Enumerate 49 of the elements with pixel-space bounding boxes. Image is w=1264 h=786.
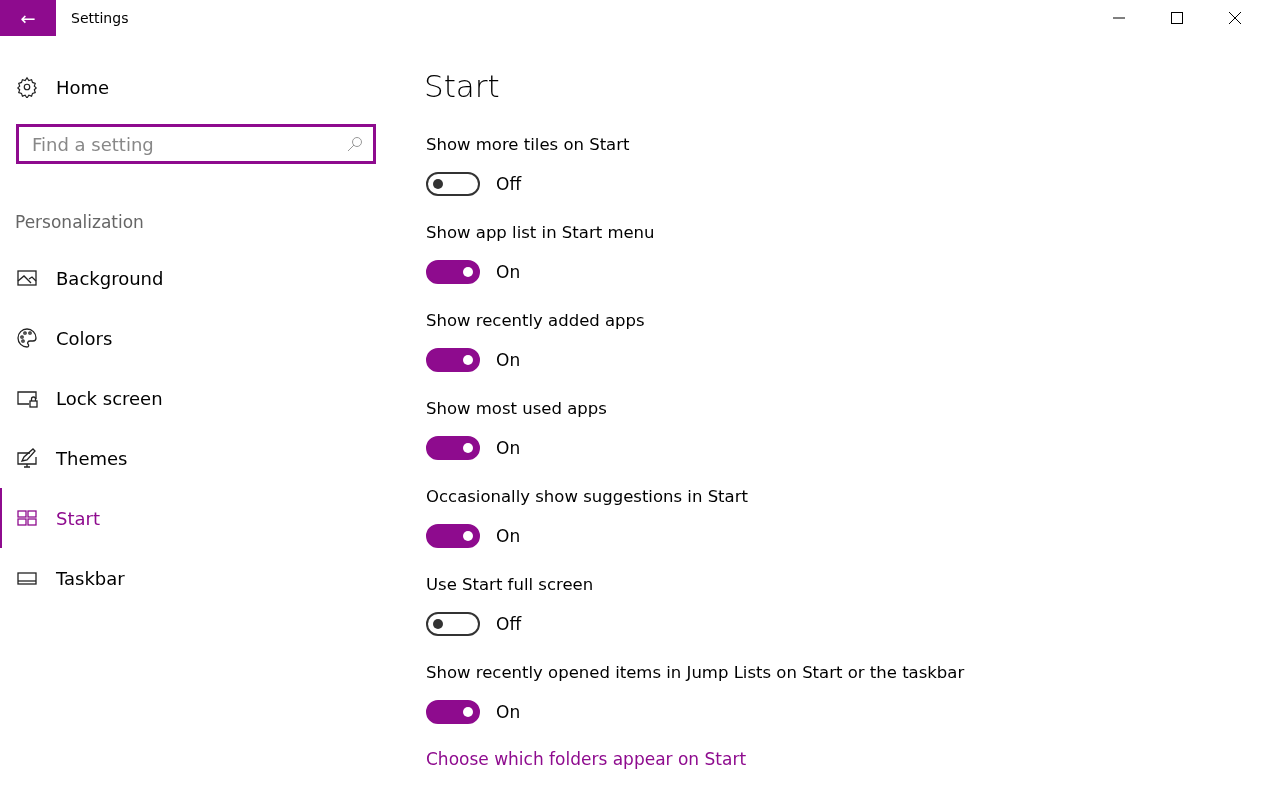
sidebar-item[interactable]: Themes <box>0 428 400 488</box>
themes-icon <box>16 447 38 469</box>
section-heading: Personalization <box>15 212 145 232</box>
sidebar-item-label: Start <box>56 507 100 529</box>
sidebar-item-label: Themes <box>56 447 128 469</box>
close-icon <box>1229 12 1241 24</box>
search-icon <box>347 136 363 152</box>
home-nav-item[interactable]: Home <box>16 72 400 102</box>
setting-label: Show app list in Start menu <box>426 223 656 244</box>
toggle-switch[interactable] <box>426 172 480 196</box>
toggle-switch[interactable] <box>426 612 480 636</box>
setting-label: Show most used apps <box>426 399 608 420</box>
toggle-switch[interactable] <box>426 436 480 460</box>
sidebar-item-label: Taskbar <box>56 567 125 589</box>
toggle-state: On <box>496 438 521 458</box>
sidebar-item[interactable]: Taskbar <box>0 548 400 608</box>
sidebar-item-label: Background <box>56 267 164 289</box>
toggle-switch[interactable] <box>426 524 480 548</box>
setting-label: Occasionally show suggestions in Start <box>426 487 749 508</box>
toggle-state: On <box>496 702 521 722</box>
start-icon <box>16 507 38 529</box>
toggle-switch[interactable] <box>426 260 480 284</box>
sidebar-item-label: Colors <box>56 327 113 349</box>
toggle-switch[interactable] <box>426 700 480 724</box>
page-title: Start <box>424 68 501 106</box>
palette-icon <box>16 327 38 349</box>
setting-label: Show recently opened items in Jump Lists on Start or the taskbar <box>426 663 965 684</box>
sidebar-item[interactable]: Start <box>0 488 400 548</box>
sidebar-item[interactable]: Background <box>0 248 400 308</box>
toggle-state: Off <box>496 614 522 634</box>
window-title: Settings <box>71 10 130 26</box>
setting-label: Show recently added apps <box>426 311 646 332</box>
toggle-state: Off <box>496 174 522 194</box>
folders-link[interactable]: Choose which folders appear on Start <box>426 749 965 769</box>
setting-label: Use Start full screen <box>426 575 595 596</box>
maximize-icon <box>1171 12 1183 24</box>
toggle-state: On <box>496 350 521 370</box>
home-label: Home <box>56 76 110 98</box>
settings-icon <box>16 76 38 98</box>
toggle-state: On <box>496 262 521 282</box>
toggle-state: On <box>496 526 521 546</box>
toggle-switch[interactable] <box>426 348 480 372</box>
sidebar-item-label: Lock screen <box>56 387 163 409</box>
setting-label: Show more tiles on Start <box>426 135 631 156</box>
search-field[interactable]: Find a setting <box>16 124 376 164</box>
sidebar-item[interactable]: Colors <box>0 308 400 368</box>
picture-icon <box>16 267 38 289</box>
back-button[interactable]: ← <box>0 0 56 36</box>
sidebar-item[interactable]: Lock screen <box>0 368 400 428</box>
